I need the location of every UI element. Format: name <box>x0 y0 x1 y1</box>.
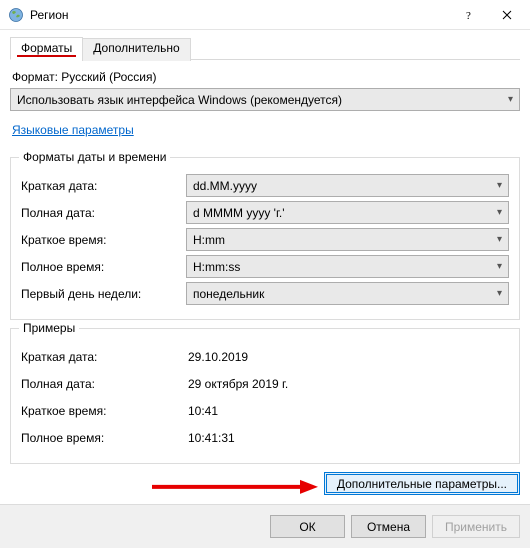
chevron-down-icon: ▾ <box>497 261 502 272</box>
short-time-value: H:mm <box>193 233 497 247</box>
example-short-date-label: Краткая дата: <box>21 350 186 364</box>
examples-group: Примеры Краткая дата: 29.10.2019 Полная … <box>10 328 520 464</box>
first-day-value: понедельник <box>193 287 497 301</box>
first-day-label: Первый день недели: <box>21 287 186 301</box>
chevron-down-icon: ▾ <box>497 288 502 299</box>
chevron-down-icon: ▾ <box>497 180 502 191</box>
titlebar: Регион ? <box>0 0 530 30</box>
long-time-label: Полное время: <box>21 260 186 274</box>
tab-formats[interactable]: Форматы <box>10 37 83 60</box>
annotation-arrow <box>150 477 320 495</box>
tab-formats-label: Форматы <box>21 41 72 55</box>
short-time-label: Краткое время: <box>21 233 186 247</box>
close-button[interactable] <box>484 0 530 30</box>
annotation-underline <box>17 55 76 57</box>
tab-advanced[interactable]: Дополнительно <box>82 38 190 61</box>
dialog-footer: ОК Отмена Применить <box>0 504 530 548</box>
language-settings-link[interactable]: Языковые параметры <box>12 123 134 137</box>
window-title: Регион <box>30 8 69 22</box>
format-language-value: Использовать язык интерфейса Windows (ре… <box>17 93 508 107</box>
short-date-value: dd.MM.yyyy <box>193 179 497 193</box>
date-time-formats-legend: Форматы даты и времени <box>19 150 170 164</box>
examples-legend: Примеры <box>19 321 79 335</box>
region-icon <box>8 7 24 23</box>
example-short-date-value: 29.10.2019 <box>186 350 248 364</box>
example-long-time-value: 10:41:31 <box>186 431 235 445</box>
more-settings-row: Дополнительные параметры... <box>10 472 520 505</box>
svg-text:?: ? <box>466 10 471 20</box>
format-label: Формат: Русский (Россия) <box>12 70 520 84</box>
short-date-label: Краткая дата: <box>21 179 186 193</box>
chevron-down-icon: ▾ <box>497 207 502 218</box>
format-language-select[interactable]: Использовать язык интерфейса Windows (ре… <box>10 88 520 111</box>
tab-strip: Форматы Дополнительно <box>10 36 520 60</box>
long-time-select[interactable]: H:mm:ss ▾ <box>186 255 509 278</box>
chevron-down-icon: ▾ <box>508 94 513 105</box>
example-short-time-value: 10:41 <box>186 404 218 418</box>
additional-settings-button[interactable]: Дополнительные параметры... <box>324 472 520 495</box>
tab-advanced-label: Дополнительно <box>93 41 179 55</box>
date-time-formats-group: Форматы даты и времени Краткая дата: dd.… <box>10 157 520 320</box>
first-day-select[interactable]: понедельник ▾ <box>186 282 509 305</box>
chevron-down-icon: ▾ <box>497 234 502 245</box>
example-short-time-label: Краткое время: <box>21 404 186 418</box>
ok-button[interactable]: ОК <box>270 515 345 538</box>
short-time-select[interactable]: H:mm ▾ <box>186 228 509 251</box>
apply-button[interactable]: Применить <box>432 515 520 538</box>
example-long-date-label: Полная дата: <box>21 377 186 391</box>
dialog-body: Форматы Дополнительно Формат: Русский (Р… <box>0 30 530 505</box>
long-date-value: d MMMM yyyy 'г.' <box>193 206 497 220</box>
short-date-select[interactable]: dd.MM.yyyy ▾ <box>186 174 509 197</box>
example-long-date-value: 29 октября 2019 г. <box>186 377 288 391</box>
example-long-time-label: Полное время: <box>21 431 186 445</box>
long-time-value: H:mm:ss <box>193 260 497 274</box>
long-date-label: Полная дата: <box>21 206 186 220</box>
cancel-button[interactable]: Отмена <box>351 515 426 538</box>
long-date-select[interactable]: d MMMM yyyy 'г.' ▾ <box>186 201 509 224</box>
